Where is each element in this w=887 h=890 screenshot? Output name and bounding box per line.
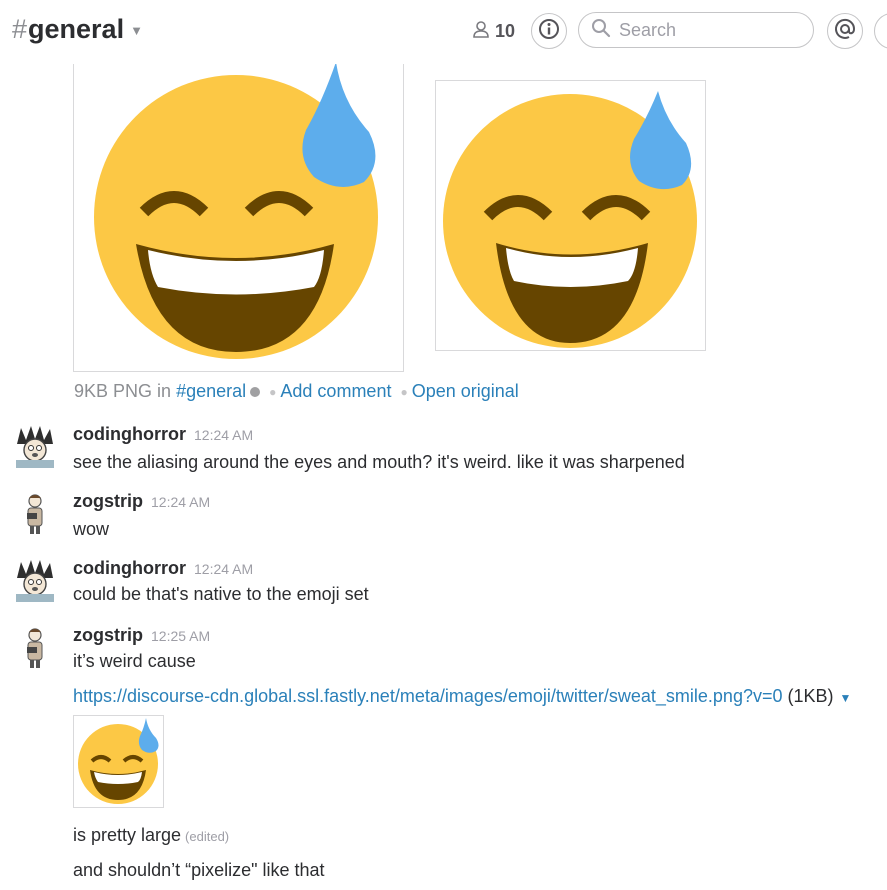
add-comment-link[interactable]: Add comment: [280, 381, 391, 401]
mention-icon: [834, 18, 856, 45]
channel-hash: #: [12, 14, 28, 44]
message-text: see the aliasing around the eyes and mou…: [73, 452, 685, 472]
link-attachment: https://discourse-cdn.global.ssl.fastly.…: [73, 686, 851, 707]
shared-icon: [250, 387, 261, 398]
file-meta: 9KB PNG in #general ● Add comment ● Open o…: [74, 381, 519, 402]
search-icon: [591, 18, 611, 43]
message-text: and shouldn’t “pixelize" like that: [73, 860, 325, 880]
file-size-type: 9KB PNG: [74, 381, 153, 401]
info-icon: [538, 18, 560, 45]
search-box[interactable]: [578, 12, 814, 48]
edited-marker: (edited): [185, 829, 230, 844]
channel-name: general: [28, 14, 125, 44]
search-input[interactable]: [617, 18, 801, 42]
avatar[interactable]: [13, 625, 57, 669]
message-text: could be that's native to the emoji set: [73, 584, 369, 604]
member-count-button[interactable]: 10: [472, 20, 515, 43]
author-name: codinghorror: [73, 558, 186, 578]
channel-info-button[interactable]: [531, 13, 567, 49]
link-file-size: (1KB): [787, 686, 834, 706]
avatar[interactable]: [13, 491, 57, 535]
followup-text: is pretty large: [73, 825, 182, 845]
channel-title[interactable]: #general ▼: [12, 14, 143, 45]
message-text: is pretty large (edited): [73, 825, 229, 846]
separator-dot: ●: [269, 385, 277, 400]
mentions-button[interactable]: [827, 13, 863, 49]
message-author[interactable]: zogstrip 12:25 AM: [73, 625, 210, 646]
message-text: wow: [73, 519, 110, 539]
open-original-link[interactable]: Open original: [412, 381, 519, 401]
author-name: codinghorror: [73, 424, 186, 444]
message-time[interactable]: 12:24 AM: [194, 427, 253, 443]
message-time[interactable]: 12:25 AM: [151, 628, 210, 644]
avatar[interactable]: [13, 558, 57, 602]
emoji-url-link[interactable]: https://discourse-cdn.global.ssl.fastly.…: [73, 686, 783, 706]
author-name: zogstrip: [73, 491, 143, 511]
attachment-image-large[interactable]: [73, 62, 404, 372]
sweat-smile-emoji: [78, 718, 159, 804]
message-time[interactable]: 12:24 AM: [194, 561, 253, 577]
channel-caret-icon: ▼: [130, 23, 143, 39]
file-channel-link[interactable]: #general: [176, 381, 246, 401]
message-author[interactable]: codinghorror 12:24 AM: [73, 558, 253, 579]
message-time[interactable]: 12:24 AM: [151, 494, 210, 510]
member-count: 10: [495, 21, 516, 41]
channel-header: #general ▼ 10: [0, 0, 887, 64]
message-text: it’s weird cause: [73, 651, 196, 671]
separator-dot: ●: [400, 385, 408, 400]
message-author[interactable]: zogstrip 12:24 AM: [73, 491, 210, 512]
sweat-smile-emoji: [443, 91, 697, 348]
file-in-text: in: [157, 381, 172, 401]
avatar[interactable]: [13, 424, 57, 468]
inline-image-preview[interactable]: [73, 715, 164, 808]
member-icon: [472, 20, 490, 43]
attachment-image-small[interactable]: [435, 80, 706, 351]
more-button[interactable]: [874, 13, 887, 49]
message-author[interactable]: codinghorror 12:24 AM: [73, 424, 253, 445]
author-name: zogstrip: [73, 625, 143, 645]
expand-caret-icon[interactable]: ▼: [840, 691, 852, 705]
sweat-smile-emoji: [94, 62, 378, 359]
